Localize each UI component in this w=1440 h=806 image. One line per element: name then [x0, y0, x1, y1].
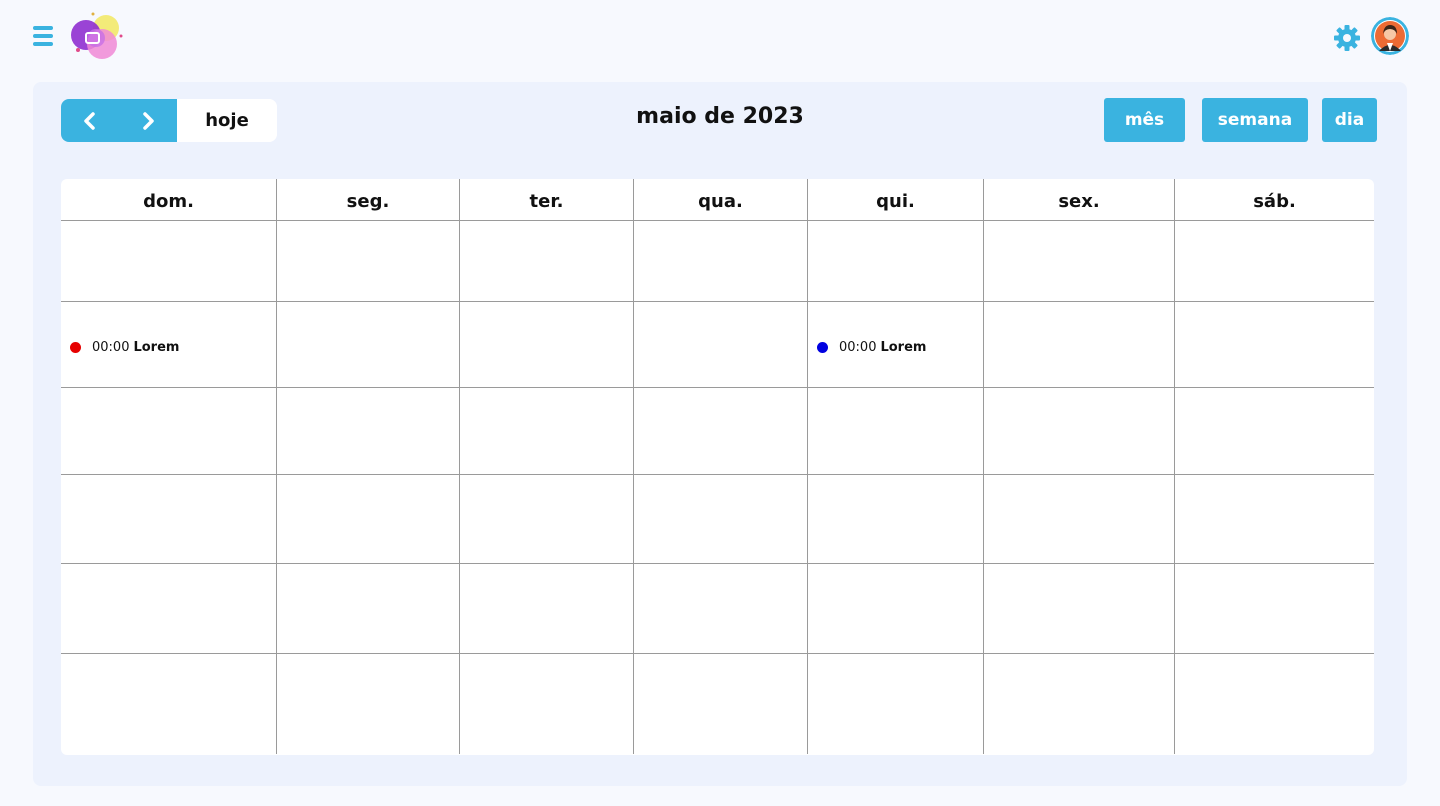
day-cell[interactable]: [61, 564, 277, 653]
day-cell[interactable]: [61, 221, 277, 301]
day-cell[interactable]: [277, 564, 460, 653]
day-cell[interactable]: [460, 388, 634, 474]
week-row: 00:00 Lorem 00:00 Lorem: [61, 302, 1374, 388]
day-cell[interactable]: [808, 388, 984, 474]
event-time: 00:00: [839, 340, 877, 355]
hamburger-menu-icon[interactable]: [33, 26, 53, 46]
gear-icon[interactable]: [1333, 24, 1361, 52]
day-cell[interactable]: [1175, 221, 1374, 301]
day-cell[interactable]: [634, 475, 808, 563]
day-cell[interactable]: [460, 654, 634, 754]
weekday-header: sex.: [984, 179, 1175, 220]
day-cell[interactable]: [1175, 475, 1374, 563]
day-cell[interactable]: [460, 302, 634, 387]
event-time: 00:00: [92, 340, 130, 355]
weekday-header: dom.: [61, 179, 277, 220]
day-cell[interactable]: [460, 475, 634, 563]
weekday-header: seg.: [277, 179, 460, 220]
week-row: [61, 388, 1374, 475]
day-cell[interactable]: 00:00 Lorem: [808, 302, 984, 387]
week-row: [61, 475, 1374, 564]
day-cell[interactable]: [277, 388, 460, 474]
week-row: [61, 221, 1374, 302]
calendar-event[interactable]: 00:00 Lorem: [817, 340, 926, 355]
day-cell[interactable]: [984, 475, 1175, 563]
day-cell[interactable]: [984, 564, 1175, 653]
day-cell[interactable]: [808, 221, 984, 301]
bubble-logo-icon: [71, 12, 123, 59]
weekday-header: qui.: [808, 179, 984, 220]
view-day-button[interactable]: dia: [1322, 98, 1377, 142]
day-cell[interactable]: [1175, 388, 1374, 474]
week-row: [61, 654, 1374, 754]
month-grid: dom. seg. ter. qua. qui. sex. sáb. 00:00…: [61, 179, 1374, 755]
day-cell[interactable]: [634, 388, 808, 474]
day-cell[interactable]: [1175, 564, 1374, 653]
day-cell[interactable]: [61, 475, 277, 563]
weekday-header: qua.: [634, 179, 808, 220]
month-title: maio de 2023: [636, 104, 804, 129]
day-cell[interactable]: [808, 564, 984, 653]
day-cell[interactable]: [1175, 302, 1374, 387]
day-cell[interactable]: [984, 388, 1175, 474]
day-cell[interactable]: [634, 221, 808, 301]
day-cell[interactable]: [460, 564, 634, 653]
day-cell[interactable]: [277, 221, 460, 301]
day-cell[interactable]: [984, 654, 1175, 754]
calendar-event[interactable]: 00:00 Lorem: [70, 340, 179, 355]
day-cell[interactable]: [61, 388, 277, 474]
event-color-dot: [70, 342, 81, 353]
day-cell[interactable]: [277, 475, 460, 563]
app-logo[interactable]: [66, 10, 126, 64]
view-month-button[interactable]: mês: [1104, 98, 1185, 142]
view-week-button[interactable]: semana: [1202, 98, 1308, 142]
avatar-icon: [1371, 17, 1409, 55]
day-cell[interactable]: [984, 302, 1175, 387]
weekday-header: sáb.: [1253, 191, 1296, 212]
event-color-dot: [817, 342, 828, 353]
top-bar: [0, 0, 1440, 76]
day-cell[interactable]: 00:00 Lorem: [61, 302, 277, 387]
weekday-header: ter.: [460, 179, 634, 220]
week-row: [61, 564, 1374, 654]
day-cell[interactable]: [634, 302, 808, 387]
calendar-body: 00:00 Lorem 00:00 Lorem: [61, 221, 1374, 754]
day-cell[interactable]: [634, 564, 808, 653]
day-cell[interactable]: [984, 221, 1175, 301]
day-cell[interactable]: [808, 654, 984, 754]
day-cell[interactable]: [460, 221, 634, 301]
day-cell[interactable]: [1175, 654, 1374, 754]
event-title: Lorem: [880, 340, 927, 355]
day-cell[interactable]: [634, 654, 808, 754]
day-cell[interactable]: [277, 302, 460, 387]
user-avatar[interactable]: [1371, 17, 1409, 55]
day-cell[interactable]: [808, 475, 984, 563]
weekday-header-row: dom. seg. ter. qua. qui. sex. sáb.: [61, 179, 1374, 221]
day-cell[interactable]: [61, 654, 277, 754]
day-cell[interactable]: [277, 654, 460, 754]
event-title: Lorem: [133, 340, 180, 355]
calendar-panel: hoje maio de 2023 mês semana dia dom. se…: [33, 82, 1407, 786]
